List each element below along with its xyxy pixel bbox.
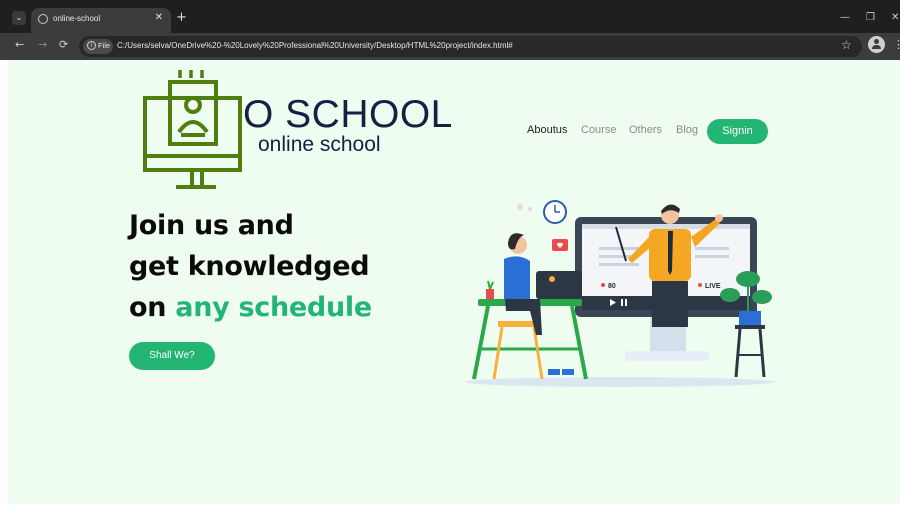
viewer-count: 80 (608, 283, 616, 290)
minimize-button[interactable]: — (840, 13, 850, 23)
new-tab-button[interactable]: + (176, 11, 187, 24)
file-label: File (98, 41, 111, 50)
page-viewport: O SCHOOL online school Aboutus Course Ot… (8, 60, 900, 504)
hero-heading-line-1: Join us and (129, 210, 294, 241)
browser-toolbar: ← → ⟳ i File C:/Users/selva/OneDrive%20-… (0, 33, 900, 60)
nav-link-blog[interactable]: Blog (676, 124, 698, 136)
tab-title: online-school (53, 14, 101, 23)
brand-name: O SCHOOL (243, 93, 453, 136)
brand-tagline: online school (258, 133, 381, 156)
tab-search-menu-button[interactable]: ⌄ (12, 11, 26, 25)
live-label: LIVE (705, 283, 721, 290)
online-class-illustration: 80 LIVE (465, 200, 775, 387)
back-button[interactable]: ← (15, 39, 24, 51)
hero-heading-accent: any schedule (175, 292, 372, 323)
site-info-button[interactable]: i File (83, 39, 113, 54)
address-bar[interactable]: i File C:/Users/selva/OneDrive%20-%20Lov… (79, 36, 862, 57)
hero-heading-line-3: on any schedule (129, 292, 372, 323)
hero-heading-prefix: on (129, 292, 176, 323)
browser-tab-bar: ⌄ online-school ✕ + — ❐ ✕ (0, 0, 900, 33)
globe-icon (38, 14, 48, 24)
signin-button[interactable]: Signin (707, 119, 768, 144)
reload-button[interactable]: ⟳ (59, 39, 68, 51)
shall-we-button[interactable]: Shall We? (129, 342, 215, 370)
url-text[interactable]: C:/Users/selva/OneDrive%20-%20Lovely%20P… (117, 41, 513, 50)
clock-icon (543, 200, 567, 224)
info-icon: i (87, 41, 96, 50)
hero-heading-line-2: get knowledged (129, 251, 370, 282)
bookmark-star-icon[interactable]: ☆ (841, 38, 852, 52)
nav-link-course[interactable]: Course (581, 124, 616, 136)
close-tab-icon[interactable]: ✕ (155, 12, 163, 23)
more-menu-icon[interactable]: ⋮ (893, 38, 900, 51)
forward-button[interactable]: → (38, 39, 47, 51)
tab-online-school[interactable]: online-school ✕ (31, 8, 171, 33)
restore-button[interactable]: ❐ (866, 13, 875, 23)
close-window-button[interactable]: ✕ (891, 13, 899, 23)
nav-link-aboutus[interactable]: Aboutus (527, 124, 567, 136)
monitor-with-user-icon (143, 70, 242, 189)
profile-icon[interactable] (868, 36, 885, 53)
nav-link-others[interactable]: Others (629, 124, 662, 136)
